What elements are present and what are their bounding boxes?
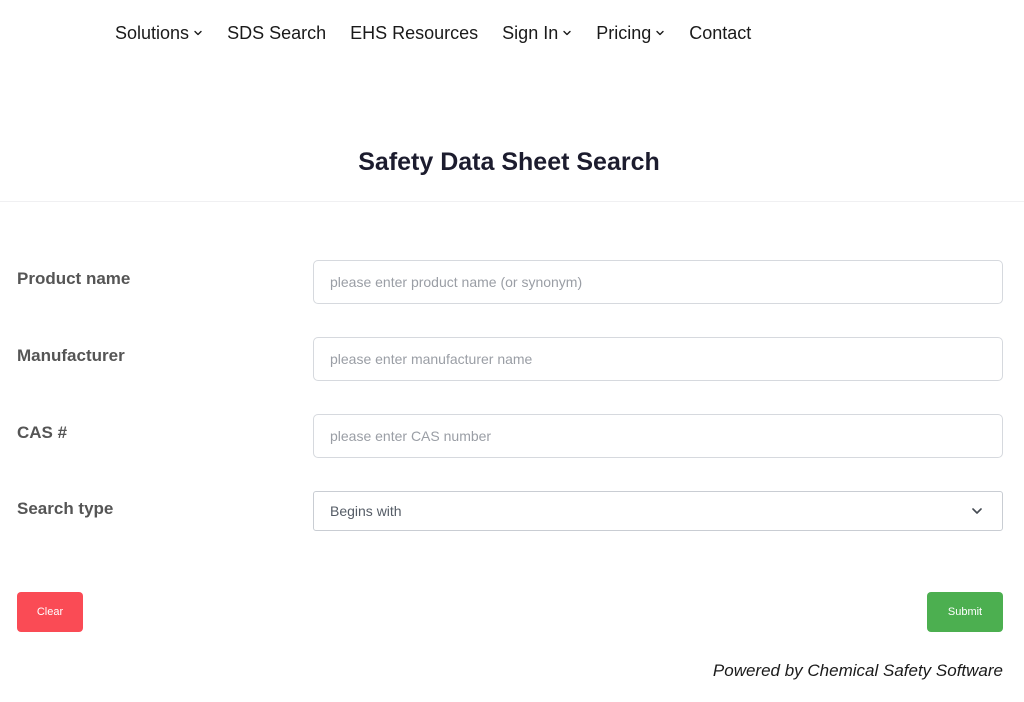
cas-label: CAS # <box>17 423 68 442</box>
nav-item-label: Sign In <box>502 22 559 43</box>
nav-item-label: SDS Search <box>227 22 327 43</box>
nav-item-label: Solutions <box>115 22 190 43</box>
nav-item-sign-in[interactable]: Sign In <box>502 23 572 44</box>
nav-item-label: Contact <box>689 22 752 43</box>
top-nav: Solutions SDS Search EHS Resources Sign … <box>115 19 751 47</box>
search-type-value: Begins with <box>330 503 402 519</box>
product-name-input[interactable] <box>313 260 1003 304</box>
page-title: Safety Data Sheet Search <box>358 148 660 176</box>
nav-item-label: EHS Resources <box>350 22 479 43</box>
chevron-down-icon <box>970 504 984 518</box>
submit-button[interactable]: Submit <box>927 592 1003 632</box>
cas-number-input[interactable] <box>313 414 1003 458</box>
search-type-label: Search type <box>17 499 114 518</box>
nav-item-contact[interactable]: Contact <box>689 23 751 44</box>
manufacturer-input[interactable] <box>313 337 1003 381</box>
search-type-select[interactable]: Begins with <box>313 491 1003 531</box>
title-area: Safety Data Sheet Search <box>0 148 1024 177</box>
nav-item-sds-search[interactable]: SDS Search <box>227 23 326 44</box>
chevron-down-icon <box>193 28 203 38</box>
powered-by-text: Powered by Chemical Safety Software <box>712 661 1003 680</box>
product-name-label: Product name <box>17 269 131 288</box>
chevron-down-icon <box>655 28 665 38</box>
clear-button[interactable]: Clear <box>17 592 83 632</box>
page: Solutions SDS Search EHS Resources Sign … <box>0 0 1024 702</box>
section-divider <box>0 201 1024 202</box>
nav-item-ehs-resources[interactable]: EHS Resources <box>350 23 478 44</box>
nav-item-solutions[interactable]: Solutions <box>115 23 203 44</box>
chevron-down-icon <box>562 28 572 38</box>
manufacturer-label: Manufacturer <box>17 346 125 365</box>
nav-item-pricing[interactable]: Pricing <box>596 23 665 44</box>
nav-item-label: Pricing <box>596 22 652 43</box>
